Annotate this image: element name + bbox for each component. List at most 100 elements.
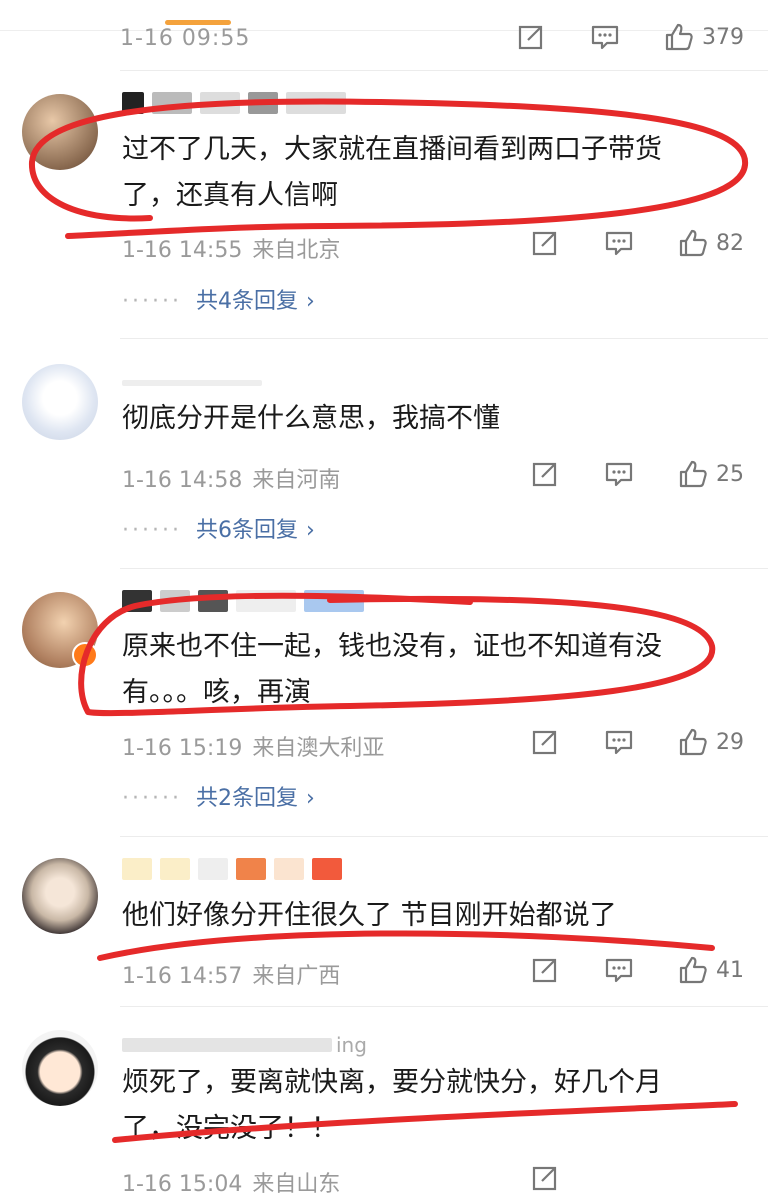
divider [120,1006,768,1007]
comment-meta: 1-16 14:57 来自广西 [122,958,340,990]
comment-icon [591,25,619,50]
like-icon [679,460,707,488]
like-count: 379 [702,24,744,50]
username-redacted[interactable]: ing [122,1033,367,1057]
comment-button[interactable] [604,955,634,985]
reply-dots: ······ [122,786,182,811]
reply-dots: ······ [122,518,182,543]
comment-text-line: 烦死了，要离就快离，要分就快分，好几个月 [122,1067,662,1098]
divider [120,338,768,339]
comment-text-line: 彻底分开是什么意思，我搞不懂 [122,403,500,434]
chevron-right-icon: › [305,786,315,811]
active-tab-indicator [165,20,231,25]
comment-actions [530,1163,560,1193]
divider [120,836,768,837]
comment-location: 来自广西 [252,964,341,989]
comment-button[interactable] [604,459,634,489]
chevron-right-icon: › [305,289,315,314]
username-redacted[interactable] [122,92,346,114]
comment-button[interactable] [604,228,634,258]
like-count: 29 [716,729,744,755]
like-icon [679,728,707,756]
comment-actions: 29 [530,727,744,757]
share-icon [532,462,557,487]
comment-button[interactable] [604,727,634,757]
reply-count: 共6条回复 [195,518,298,543]
comment-text: 彻底分开是什么意思，我搞不懂 [122,396,722,442]
comment-icon [605,730,633,755]
like-icon [679,956,707,984]
username-partial: ing [336,1033,367,1057]
share-button[interactable] [530,955,560,985]
share-icon [532,958,557,983]
view-replies-link[interactable]: ······ 共6条回复 › [122,512,315,544]
reply-count: 共4条回复 [195,289,298,314]
share-icon [532,730,557,755]
comment-icon [605,231,633,256]
comment-meta: 1-16 14:55 来自北京 [122,232,340,264]
comment-text-line: 有。。。咳，再演 [122,677,311,708]
vip-badge-icon [72,642,98,668]
comment-actions: 82 [530,228,744,258]
share-button[interactable] [530,228,560,258]
username-redacted[interactable] [122,372,262,394]
like-count: 82 [716,230,744,256]
comment-text: 原来也不住一起，钱也没有，证也不知道有没 有。。。咳，再演 [122,624,722,716]
share-icon [518,25,543,50]
comment-actions: 25 [530,459,744,489]
comment-date: 1-16 15:19 [122,736,243,761]
avatar[interactable] [22,1030,98,1106]
share-button[interactable] [530,459,560,489]
comment-text-line: 了，还真有人信啊 [122,180,338,211]
comment-location: 来自北京 [252,238,341,263]
like-button[interactable]: 25 [678,459,744,489]
like-icon [679,229,707,257]
comment-text-line: 他们好像分开住很久了 节目刚开始都说了 [122,900,617,931]
like-icon [665,23,693,51]
divider [120,568,768,569]
comment-location: 来自山东 [252,1172,341,1197]
username-redacted[interactable] [122,858,342,880]
comment-meta: 1-16 15:04 来自山东 [122,1166,340,1198]
reply-dots: ······ [122,289,182,314]
like-count: 41 [716,957,744,983]
comment-text-line: 原来也不住一起，钱也没有，证也不知道有没 [122,631,662,662]
reply-count: 共2条回复 [195,786,298,811]
comment-button[interactable] [590,22,620,52]
chevron-right-icon: › [305,518,315,543]
view-replies-link[interactable]: ······ 共4条回复 › [122,283,315,315]
like-button[interactable]: 82 [678,228,744,258]
comment-icon [605,462,633,487]
like-count: 25 [716,461,744,487]
avatar[interactable] [22,94,98,170]
comment-location: 来自澳大利亚 [252,736,385,761]
avatar[interactable] [22,364,98,440]
share-button[interactable] [530,727,560,757]
share-icon [532,231,557,256]
comment-actions: 41 [530,955,744,985]
comment-location: 来自河南 [252,468,341,493]
comment-text: 他们好像分开住很久了 节目刚开始都说了 [122,893,722,939]
share-button[interactable] [530,1163,560,1193]
share-button[interactable] [516,22,546,52]
comment-text-line: 了，没完没了！！ [122,1113,338,1144]
view-replies-link[interactable]: ······ 共2条回复 › [122,780,315,812]
comment-actions: 379 [516,22,744,52]
comment-icon [605,958,633,983]
comment-date: 1-16 09:55 [120,26,251,51]
comment-date: 1-16 14:57 [122,964,243,989]
like-button[interactable]: 379 [664,22,744,52]
like-button[interactable]: 41 [678,955,744,985]
comment-date: 1-16 14:55 [122,238,243,263]
comment-text-line: 过不了几天，大家就在直播间看到两口子带货 [122,134,662,165]
comment-text: 过不了几天，大家就在直播间看到两口子带货 了，还真有人信啊 [122,127,722,219]
avatar[interactable] [22,858,98,934]
comment-text: 烦死了，要离就快离，要分就快分，好几个月 了，没完没了！！ [122,1060,722,1152]
comment-date: 1-16 14:58 [122,468,243,493]
comment-meta: 1-16 14:58 来自河南 [122,462,340,494]
username-redacted[interactable] [122,590,364,612]
like-button[interactable]: 29 [678,727,744,757]
comment-date: 1-16 15:04 [122,1172,243,1197]
divider [120,70,768,71]
share-icon [532,1166,557,1191]
